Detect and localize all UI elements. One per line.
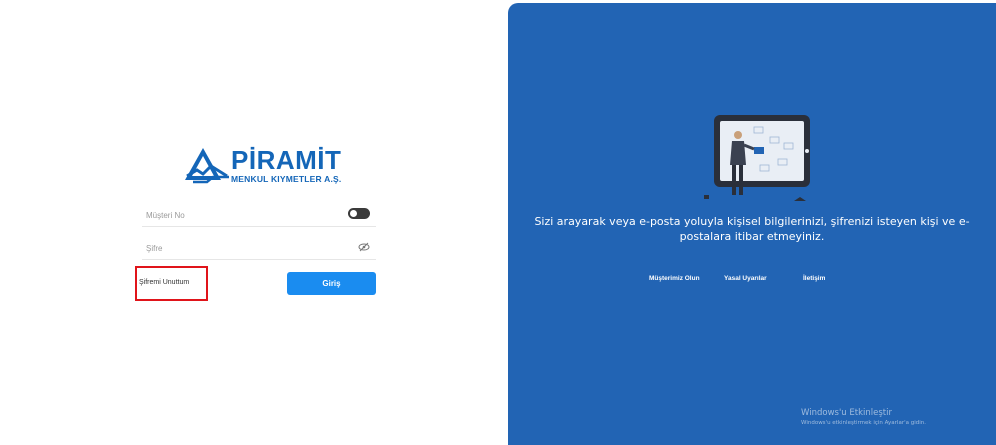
footer-links: Müşterimiz Olun Yasal Uyarılar İletişim [508, 275, 996, 287]
brand-name: PİRAMİT [231, 145, 342, 175]
forgot-password-link[interactable]: Şifremi Unuttum [139, 279, 189, 286]
login-panel: PİRAMİT MENKUL KIYMETLER A.Ş. Şifremi Un… [0, 0, 508, 445]
password-input[interactable] [146, 238, 326, 258]
legal-warnings-link[interactable]: Yasal Uyarılar [724, 275, 767, 282]
activation-subtitle: Windows'u etkinleştirmek için Ayarlar'a … [801, 420, 926, 426]
login-button[interactable]: Giriş [287, 272, 376, 295]
brand-subtitle: MENKUL KIYMETLER A.Ş. [231, 174, 342, 184]
remember-toggle[interactable] [348, 208, 370, 219]
eye-slash-icon[interactable] [358, 242, 370, 252]
password-field-row [142, 236, 376, 260]
activation-title: Windows'u Etkinleştir [801, 408, 892, 418]
tablet-illustration [704, 115, 810, 201]
pyramid-logo-icon [185, 148, 229, 184]
windows-activation-watermark: Windows'u Etkinleştir Windows'u etkinleş… [801, 408, 926, 426]
forgot-password-highlight: Şifremi Unuttum [135, 266, 208, 301]
customer-no-field-row [142, 203, 376, 227]
security-warning-text: Sizi arayarak veya e-posta yoluyla kişis… [534, 215, 970, 243]
brand-logo: PİRAMİT MENKUL KIYMETLER A.Ş. [183, 146, 343, 190]
customer-no-input[interactable] [146, 205, 326, 225]
become-customer-link[interactable]: Müşterimiz Olun [649, 275, 700, 282]
contact-link[interactable]: İletişim [803, 275, 825, 282]
info-panel: Sizi arayarak veya e-posta yoluyla kişis… [508, 3, 996, 445]
